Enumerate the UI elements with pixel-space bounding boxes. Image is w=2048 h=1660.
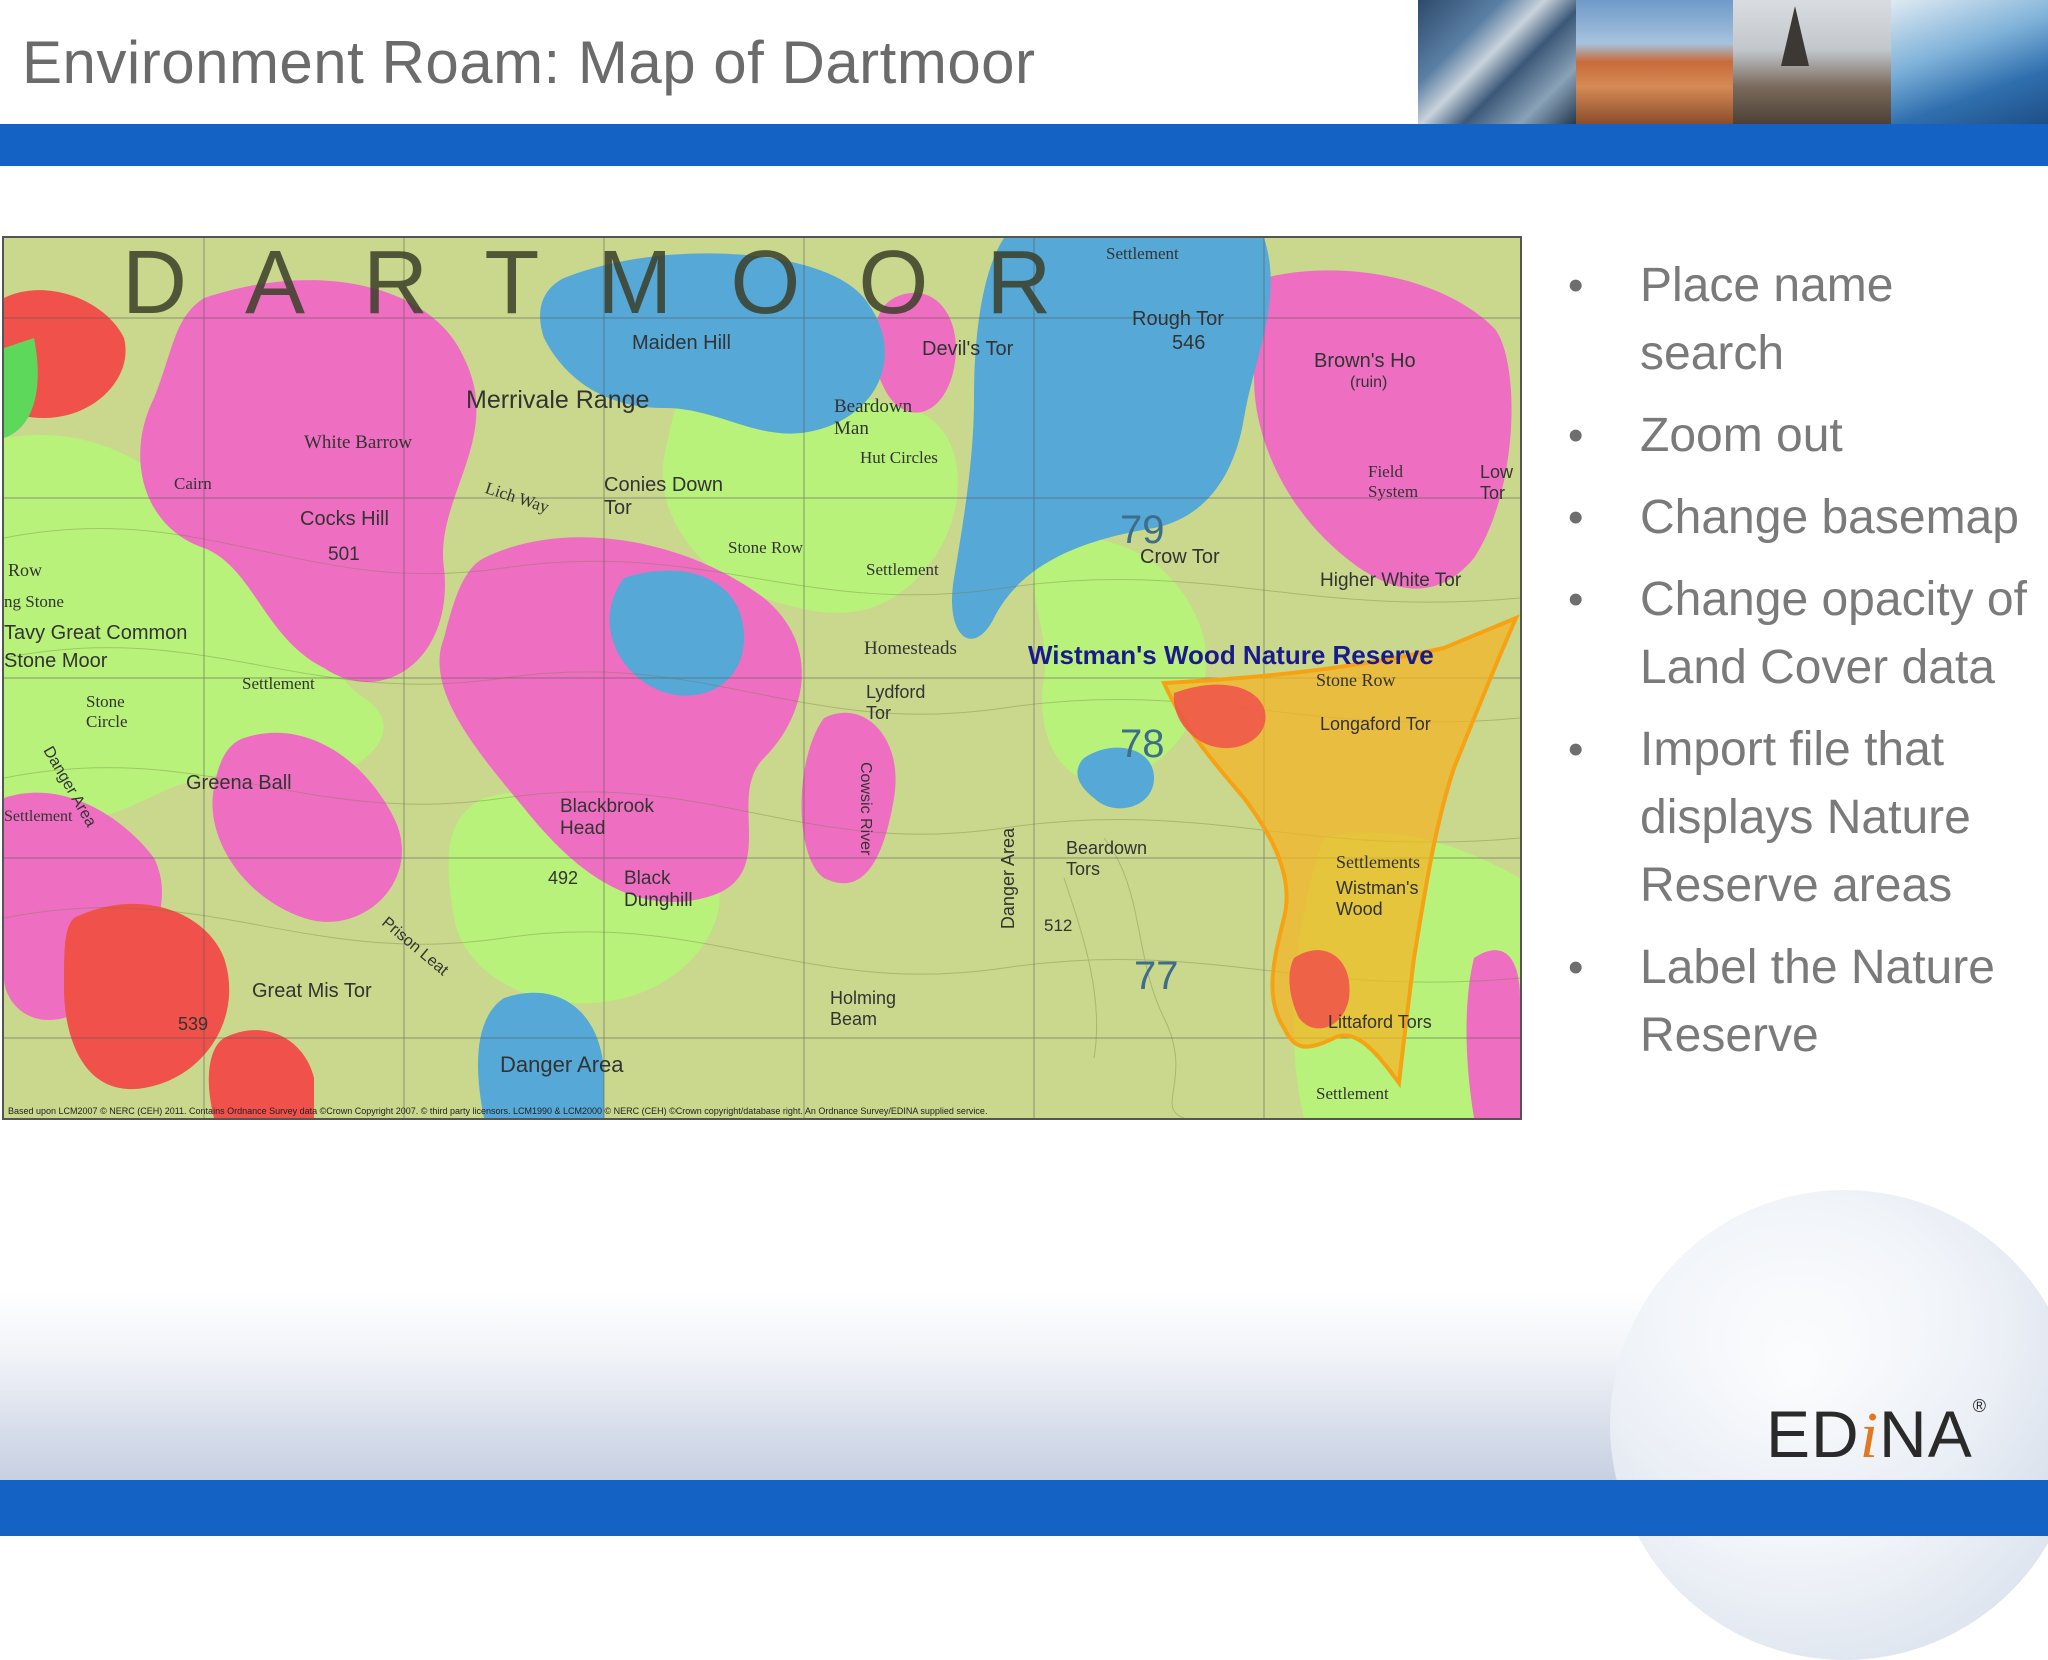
bullet-item: Zoom out [1562, 402, 2032, 470]
bullet-item: Import file that displays Nature Reserve… [1562, 716, 2032, 920]
place-label: Settlement [1106, 244, 1179, 264]
place-label: Beardown Man [834, 396, 944, 440]
place-label: Cairn [174, 474, 212, 494]
place-label: Stone Row [728, 538, 803, 558]
place-label: ng Stone [4, 592, 64, 612]
place-label: 546 [1172, 332, 1205, 355]
slide-title: Environment Roam: Map of Dartmoor [22, 28, 1036, 97]
place-label: Lydford Tor [866, 682, 946, 724]
place-label: Low Tor [1480, 462, 1520, 504]
bullet-item: Place name search [1562, 252, 2032, 388]
place-label: 512 [1044, 916, 1072, 936]
bullet-item: Change basemap [1562, 484, 2032, 552]
place-label: Black Dunghill [624, 868, 714, 912]
logo-text-na: NA [1879, 1397, 1973, 1471]
place-label: Wistman's Wood [1336, 878, 1446, 920]
place-label: Danger Area [998, 828, 1019, 929]
place-label: Danger Area [500, 1052, 624, 1078]
place-label: Settlement [866, 560, 939, 580]
place-label: Beardown Tors [1066, 838, 1166, 880]
place-label: Settlement [1316, 1084, 1389, 1104]
map-place-labels: Maiden Hill Merrivale Range Devil's Tor … [4, 238, 1520, 1118]
place-label: (ruin) [1350, 374, 1387, 392]
place-label: Prison Leat [378, 914, 452, 980]
logo-text-ed: ED [1766, 1397, 1860, 1471]
place-label: Stone Circle [86, 692, 146, 732]
place-label: Blackbrook Head [560, 796, 680, 840]
feature-bullet-list: Place name search Zoom out Change basema… [1562, 252, 2032, 1084]
place-label: Devil's Tor [922, 338, 1013, 361]
bullet-item: Label the Nature Reserve [1562, 934, 2032, 1070]
place-label: Greena Ball [186, 772, 292, 795]
map-copyright-credit: Based upon LCM2007 © NERC (CEH) 2011. Co… [8, 1106, 987, 1116]
place-label: 539 [178, 1014, 208, 1035]
place-label: White Barrow [304, 432, 412, 454]
place-label: Longaford Tor [1320, 714, 1431, 735]
place-label: Conies Down Tor [604, 474, 754, 520]
place-label: 77 [1134, 954, 1179, 999]
place-label: Merrivale Range [466, 386, 649, 415]
aerial-city-photo [1418, 0, 1576, 124]
edina-logo: EDiNA® [1766, 1396, 1996, 1476]
place-label: Rough Tor [1132, 308, 1224, 331]
dartmoor-map: DARTMOOR Maiden Hill Merrivale Range Dev… [2, 236, 1522, 1120]
ocean-wave-photo [1891, 0, 2048, 124]
footer-blue-bar [0, 1480, 2048, 1536]
place-label: Stone Row [1316, 670, 1396, 691]
place-label: Littaford Tors [1328, 1012, 1438, 1033]
place-label: Tavy Great Common [4, 622, 187, 645]
place-label: Crow Tor [1140, 546, 1220, 569]
place-label: 501 [328, 544, 360, 566]
nature-reserve-label: Wistman's Wood Nature Reserve [1028, 640, 1434, 671]
place-label: Row [8, 560, 42, 581]
place-label: Stone Moor [4, 650, 107, 673]
place-label: Brown's Ho [1314, 350, 1416, 373]
place-label: Homesteads [864, 638, 957, 660]
place-label: 492 [548, 868, 578, 889]
header-photo-strip [1418, 0, 2048, 124]
place-label: Higher White Tor [1320, 570, 1470, 592]
church-spire-photo [1733, 0, 1891, 124]
place-label: Great Mis Tor [252, 980, 372, 1003]
logo-registered-mark: ® [1973, 1396, 1986, 1416]
place-label: Settlements [1336, 852, 1420, 873]
place-label: Holming Beam [830, 988, 910, 1030]
place-label: Settlement [242, 674, 315, 694]
place-label: Settlement [4, 808, 72, 826]
header-blue-bar [0, 124, 2048, 166]
place-label: 78 [1120, 722, 1165, 767]
place-label: Cocks Hill [300, 508, 389, 531]
place-label: Lich Way [483, 478, 552, 517]
place-label: Cowsic River [856, 762, 874, 855]
place-label: Maiden Hill [632, 332, 731, 355]
bullet-item: Change opacity of Land Cover data [1562, 566, 2032, 702]
place-label: Field System [1368, 462, 1438, 502]
red-rock-cliff-photo [1576, 0, 1734, 124]
logo-text-i: i [1860, 1399, 1879, 1472]
place-label: Hut Circles [860, 448, 940, 468]
